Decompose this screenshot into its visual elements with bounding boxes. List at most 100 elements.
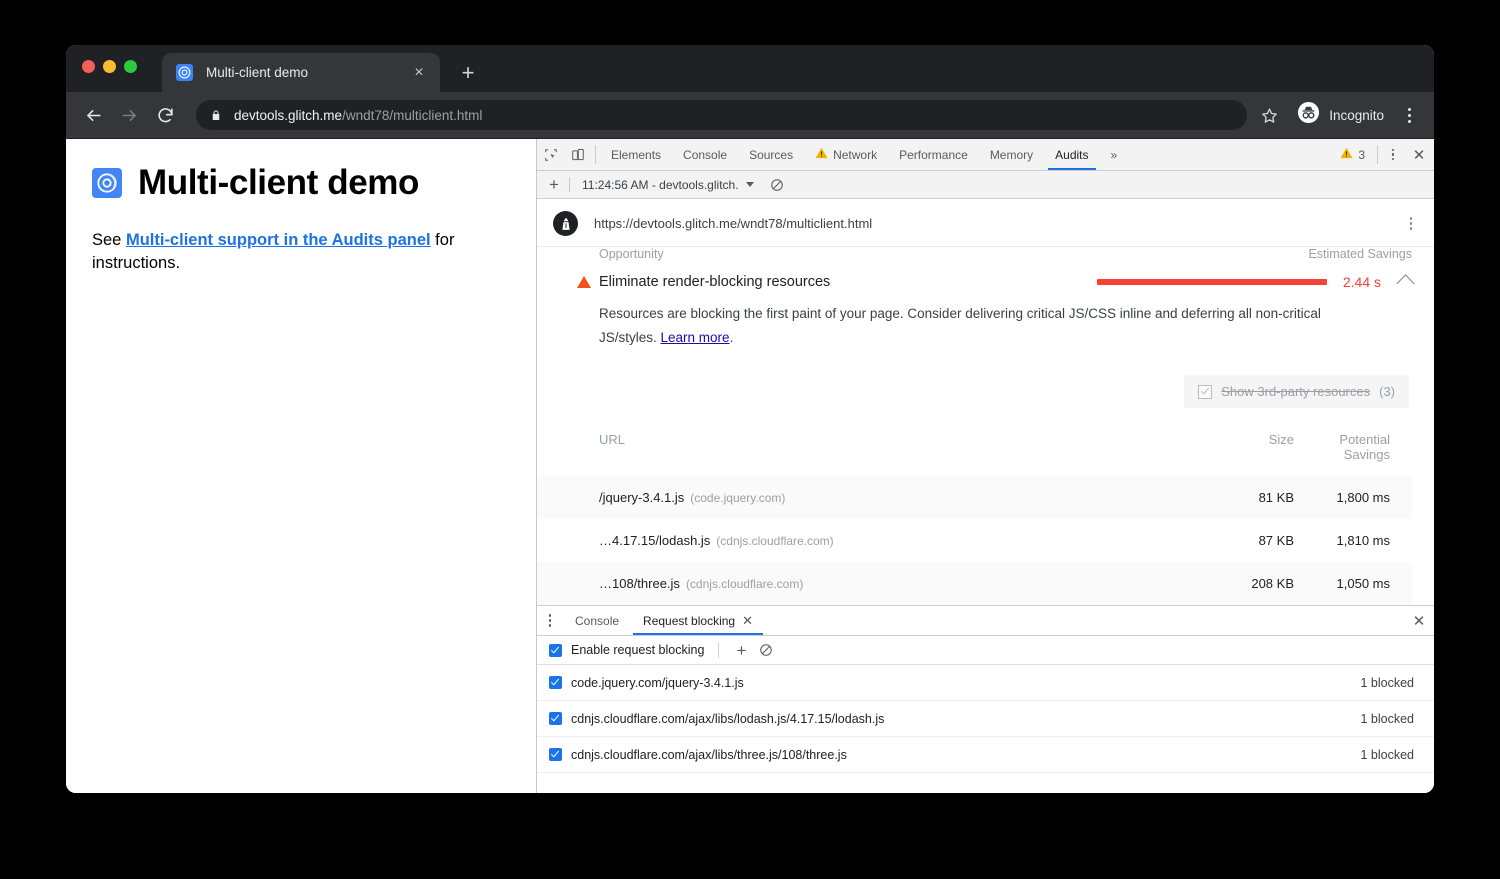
resource-savings: 1,810 ms: [1294, 519, 1412, 562]
browser-menu-button[interactable]: [1396, 101, 1422, 129]
opportunity-header-label: Opportunity: [599, 247, 664, 261]
audit-savings-value: 2.44 s: [1343, 274, 1381, 290]
list-item[interactable]: cdnjs.cloudflare.com/ajax/libs/lodash.js…: [537, 701, 1434, 737]
chevron-up-icon[interactable]: [1396, 274, 1414, 292]
lighthouse-report[interactable]: https://devtools.glitch.me/wndt78/multic…: [537, 199, 1434, 605]
tab-label: Performance: [899, 148, 968, 162]
column-header-size[interactable]: Size: [1204, 422, 1294, 476]
table-row: …4.17.15/lodash.js(cdnjs.cloudflare.com)…: [537, 519, 1412, 562]
report-select-label: 11:24:56 AM - devtools.glitch.: [582, 178, 739, 192]
drawer-tab-console[interactable]: Console: [563, 606, 631, 635]
back-button[interactable]: [78, 100, 108, 130]
browser-toolbar: devtools.glitch.me/wndt78/multiclient.ht…: [66, 92, 1434, 139]
list-item[interactable]: cdnjs.cloudflare.com/ajax/libs/three.js/…: [537, 737, 1434, 773]
new-tab-button[interactable]: +: [454, 59, 482, 87]
audit-title-row[interactable]: Eliminate render-blocking resources 2.44…: [537, 261, 1412, 302]
tab-sources[interactable]: Sources: [738, 139, 804, 170]
forward-button[interactable]: [114, 100, 144, 130]
incognito-indicator[interactable]: Incognito: [1297, 101, 1384, 129]
devtools-logo-icon: [176, 64, 193, 81]
lock-icon: [210, 109, 222, 122]
savings-bar-wrap: [1087, 279, 1327, 285]
audit-description-line1: Resources are blocking the first paint o…: [599, 306, 1321, 321]
tab-label: Elements: [611, 148, 661, 162]
tab-audits[interactable]: Audits: [1044, 139, 1099, 170]
pattern-enabled-checkbox[interactable]: [549, 712, 562, 725]
inspect-element-icon[interactable]: [537, 139, 564, 170]
devtools-menu-button[interactable]: [1382, 139, 1404, 170]
pattern-enabled-checkbox[interactable]: [549, 748, 562, 761]
drawer-tabbar: Console Request blocking ✕ ✕: [537, 606, 1434, 636]
resource-origin: (cdnjs.cloudflare.com): [686, 577, 803, 591]
bookmark-star-icon[interactable]: [1255, 101, 1283, 129]
checkbox-icon[interactable]: [1198, 385, 1212, 399]
window-close-button[interactable]: [82, 60, 95, 73]
close-icon[interactable]: ×: [408, 62, 430, 84]
tab-label: Memory: [990, 148, 1033, 162]
savings-header-line2: Savings: [1294, 447, 1390, 462]
savings-header-line1: Potential: [1294, 432, 1390, 447]
new-audit-button[interactable]: +: [541, 174, 567, 196]
tab-console[interactable]: Console: [672, 139, 738, 170]
remove-all-patterns-button[interactable]: [759, 643, 773, 657]
close-icon[interactable]: ✕: [742, 613, 753, 629]
kebab-dot: [1392, 153, 1395, 156]
window-minimize-button[interactable]: [103, 60, 116, 73]
browser-tab-strip: Multi-client demo × +: [66, 45, 1434, 92]
tab-memory[interactable]: Memory: [979, 139, 1044, 170]
report-select-dropdown[interactable]: 11:24:56 AM - devtools.glitch.: [576, 178, 760, 192]
chevron-right-double-icon: »: [1111, 148, 1118, 162]
pattern-url: cdnjs.cloudflare.com/ajax/libs/lodash.js…: [571, 712, 1360, 726]
tab-performance[interactable]: Performance: [888, 139, 979, 170]
third-party-count: (3): [1379, 384, 1395, 399]
kebab-dot: [549, 614, 552, 617]
browser-tab-title: Multi-client demo: [206, 65, 408, 80]
audit-title: Eliminate render-blocking resources: [599, 274, 1087, 290]
drawer-tabbar-spacer: [765, 606, 1404, 635]
third-party-filter-row: Show 3rd-party resources (3): [537, 349, 1409, 408]
column-header-potential-savings[interactable]: Potential Savings: [1294, 422, 1412, 476]
tab-network[interactable]: Network: [804, 139, 888, 170]
drawer-menu-button[interactable]: [537, 606, 563, 635]
devtools-tabbar: Elements Console Sources Network Perform…: [537, 139, 1434, 171]
browser-window: Multi-client demo × +: [66, 45, 1434, 793]
tab-elements[interactable]: Elements: [600, 139, 672, 170]
drawer-tab-request-blocking[interactable]: Request blocking ✕: [631, 606, 765, 635]
address-bar[interactable]: devtools.glitch.me/wndt78/multiclient.ht…: [196, 100, 1247, 130]
devtools-drawer: Console Request blocking ✕ ✕ Enable requ…: [537, 605, 1434, 793]
tab-overflow-button[interactable]: »: [1100, 139, 1129, 170]
toolbar-divider: [595, 145, 596, 164]
list-item[interactable]: code.jquery.com/jquery-3.4.1.js 1 blocke…: [537, 665, 1434, 701]
resource-url: …108/three.js: [599, 576, 680, 591]
incognito-avatar-icon: [1297, 101, 1320, 129]
resource-savings: 1,800 ms: [1294, 476, 1412, 519]
page-viewport: Multi-client demo See Multi-client suppo…: [66, 139, 537, 793]
column-header-url[interactable]: URL: [537, 422, 1204, 476]
pattern-enabled-checkbox[interactable]: [549, 676, 562, 689]
devtools-close-button[interactable]: ✕: [1404, 139, 1434, 170]
devtools-panel: Elements Console Sources Network Perform…: [537, 139, 1434, 793]
tab-label: Network: [833, 148, 877, 162]
window-maximize-button[interactable]: [124, 60, 137, 73]
kebab-dot: [1410, 217, 1413, 220]
blocked-patterns-list: code.jquery.com/jquery-3.4.1.js 1 blocke…: [537, 665, 1434, 793]
opportunity-column-headers: Opportunity Estimated Savings: [537, 247, 1434, 261]
browser-tab[interactable]: Multi-client demo ×: [162, 53, 440, 92]
add-pattern-button[interactable]: +: [729, 639, 753, 661]
device-toolbar-icon[interactable]: [564, 139, 591, 170]
warning-count-indicator[interactable]: 3: [1332, 139, 1373, 170]
report-menu-button[interactable]: [1402, 216, 1420, 231]
warning-triangle-icon: [1340, 147, 1353, 162]
show-third-party-toggle[interactable]: Show 3rd-party resources (3): [1184, 375, 1409, 408]
reload-button[interactable]: [150, 100, 180, 130]
tab-label: Console: [683, 148, 727, 162]
kebab-dot: [549, 624, 552, 627]
audits-docs-link[interactable]: Multi-client support in the Audits panel: [126, 231, 431, 249]
window-controls: [82, 60, 137, 73]
clear-audits-button[interactable]: [770, 178, 784, 192]
enable-request-blocking-checkbox[interactable]: [549, 644, 562, 657]
toolbar-divider: [718, 642, 719, 658]
learn-more-link[interactable]: Learn more: [661, 330, 730, 345]
address-bar-host: devtools.glitch.me: [234, 108, 342, 123]
drawer-close-button[interactable]: ✕: [1404, 606, 1434, 635]
